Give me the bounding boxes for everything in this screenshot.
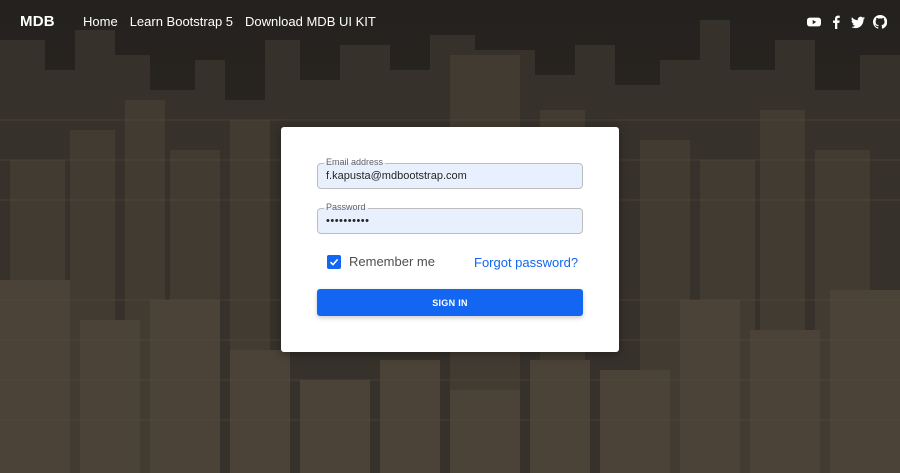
github-icon	[873, 15, 887, 29]
page: MDB Home Learn Bootstrap 5 Download MDB …	[0, 0, 900, 473]
brand-logo[interactable]: MDB	[20, 13, 55, 30]
login-card: Email address Password Remember me Forgo…	[281, 127, 619, 352]
remember-me[interactable]: Remember me	[327, 254, 435, 269]
facebook-link[interactable]	[829, 15, 843, 29]
twitter-icon	[851, 16, 865, 29]
navbar: MDB Home Learn Bootstrap 5 Download MDB …	[0, 0, 900, 45]
youtube-icon	[807, 17, 821, 27]
sign-in-button[interactable]: SIGN IN	[317, 289, 583, 316]
password-input[interactable]	[326, 209, 574, 233]
twitter-link[interactable]	[851, 15, 865, 29]
remember-me-label: Remember me	[349, 254, 435, 269]
email-field-wrapper: Email address	[317, 157, 583, 189]
email-input[interactable]	[326, 164, 574, 188]
facebook-icon	[833, 15, 840, 29]
remember-me-checkbox[interactable]	[327, 254, 341, 269]
nav-link-home[interactable]: Home	[83, 14, 118, 29]
checkmark-icon	[329, 258, 339, 266]
nav-link-learn-bootstrap[interactable]: Learn Bootstrap 5	[130, 14, 233, 29]
password-field-wrapper: Password	[317, 202, 583, 234]
youtube-link[interactable]	[807, 15, 821, 29]
forgot-password-link[interactable]: Forgot password?	[474, 255, 578, 270]
nav-link-download[interactable]: Download MDB UI KIT	[245, 14, 376, 29]
github-link[interactable]	[873, 15, 887, 29]
social-links	[807, 15, 887, 29]
nav-links: Home Learn Bootstrap 5 Download MDB UI K…	[83, 14, 376, 29]
